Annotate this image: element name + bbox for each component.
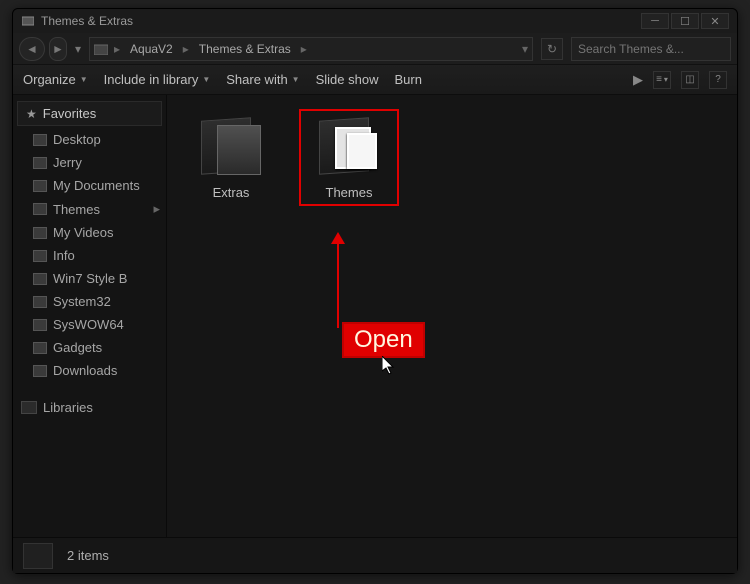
folder-label: Extras — [213, 185, 250, 200]
status-icon — [23, 543, 53, 569]
folder-icon — [33, 273, 47, 285]
annotation-open-label: Open — [342, 322, 425, 358]
libraries-icon — [21, 401, 37, 414]
maximize-button[interactable]: ☐ — [671, 13, 699, 29]
toolbar: Organize▼ Include in library▼ Share with… — [13, 65, 737, 95]
address-bar[interactable]: ▸ AquaV2 ▸ Themes & Extras ▸ ▾ — [89, 37, 533, 61]
folder-icon — [313, 115, 385, 179]
folder-themes[interactable]: Themes — [299, 109, 399, 206]
folder-icon — [33, 203, 47, 215]
folder-icon — [33, 134, 47, 146]
annotation-line — [337, 238, 339, 328]
window-body: ★ Favorites Desktop Jerry My Documents T… — [13, 95, 737, 537]
content-pane[interactable]: Extras Themes — [167, 95, 737, 537]
refresh-button[interactable]: ↻ — [541, 38, 563, 60]
window-icon — [21, 14, 35, 28]
sidebar-item-downloads[interactable]: Downloads — [13, 359, 166, 382]
favorites-header[interactable]: ★ Favorites — [17, 101, 162, 126]
sidebar-item-info[interactable]: Info — [13, 244, 166, 267]
breadcrumb-separator: ▸ — [114, 42, 120, 56]
folder-icon — [33, 296, 47, 308]
back-button[interactable]: ◄ — [19, 37, 45, 61]
sidebar-item-desktop[interactable]: Desktop — [13, 128, 166, 151]
help-button[interactable]: ? — [709, 71, 727, 89]
folder-icon — [33, 157, 47, 169]
breadcrumb-item-current[interactable]: Themes & Extras — [195, 42, 295, 56]
sidebar-item-jerry[interactable]: Jerry — [13, 151, 166, 174]
status-text: 2 items — [67, 548, 109, 563]
folder-icon — [33, 250, 47, 262]
navigation-bar: ◄ ► ▾ ▸ AquaV2 ▸ Themes & Extras ▸ ▾ ↻ — [13, 33, 737, 65]
breadcrumb-separator: ▸ — [183, 42, 189, 56]
history-dropdown[interactable]: ▾ — [71, 37, 85, 61]
preview-pane-button[interactable]: ◫ — [681, 71, 699, 89]
folder-icon — [33, 227, 47, 239]
sidebar-item-system32[interactable]: System32 — [13, 290, 166, 313]
close-button[interactable]: ✕ — [701, 13, 729, 29]
folder-icon — [33, 365, 47, 377]
explorer-window: Themes & Extras ─ ☐ ✕ ◄ ► ▾ ▸ AquaV2 ▸ T… — [12, 8, 738, 574]
burn-button[interactable]: Burn — [394, 72, 421, 87]
folder-icon — [33, 319, 47, 331]
star-icon: ★ — [26, 107, 37, 121]
folder-label: Themes — [326, 185, 373, 200]
address-dropdown-icon[interactable]: ▾ — [522, 42, 528, 56]
libraries-label: Libraries — [43, 400, 93, 415]
sidebar-item-win7style[interactable]: Win7 Style B — [13, 267, 166, 290]
folder-icon — [33, 180, 47, 192]
sidebar-item-themes[interactable]: Themes▸ — [13, 197, 166, 221]
folder-icon — [94, 43, 108, 55]
view-options-button[interactable]: ≡▾ — [653, 71, 671, 89]
sidebar-item-gadgets[interactable]: Gadgets — [13, 336, 166, 359]
share-with-menu[interactable]: Share with▼ — [226, 72, 299, 87]
include-library-menu[interactable]: Include in library▼ — [104, 72, 211, 87]
slide-show-button[interactable]: Slide show — [316, 72, 379, 87]
status-bar: 2 items — [13, 537, 737, 573]
sidebar-item-videos[interactable]: My Videos — [13, 221, 166, 244]
minimize-button[interactable]: ─ — [641, 13, 669, 29]
breadcrumb-item-root[interactable]: AquaV2 — [126, 42, 177, 56]
favorites-label: Favorites — [43, 106, 96, 121]
search-input[interactable] — [571, 37, 731, 61]
play-icon[interactable]: ▶ — [633, 72, 643, 88]
libraries-header[interactable]: Libraries — [13, 396, 166, 419]
folder-extras[interactable]: Extras — [181, 109, 281, 206]
titlebar[interactable]: Themes & Extras ─ ☐ ✕ — [13, 9, 737, 33]
navigation-pane: ★ Favorites Desktop Jerry My Documents T… — [13, 95, 167, 537]
folder-icon — [195, 115, 267, 179]
folder-icon — [33, 342, 47, 354]
window-title: Themes & Extras — [41, 14, 641, 28]
breadcrumb-separator: ▸ — [301, 42, 307, 56]
organize-menu[interactable]: Organize▼ — [23, 72, 88, 87]
sidebar-item-syswow64[interactable]: SysWOW64 — [13, 313, 166, 336]
sidebar-item-documents[interactable]: My Documents — [13, 174, 166, 197]
window-controls: ─ ☐ ✕ — [641, 13, 729, 29]
forward-button[interactable]: ► — [49, 37, 67, 61]
